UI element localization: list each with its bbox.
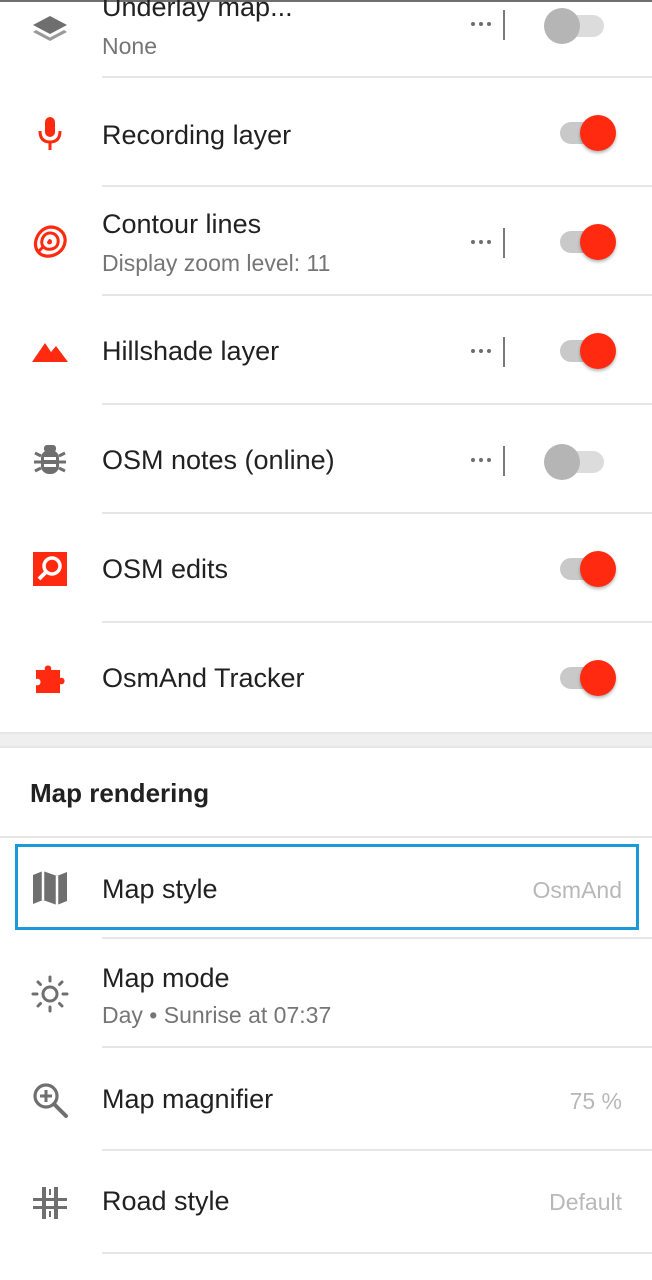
osm-edits-row[interactable]: OSM edits: [0, 514, 652, 623]
magnifier-plus-icon: [28, 1078, 72, 1122]
mountains-icon: [28, 329, 72, 373]
row-title: Road style: [102, 1186, 230, 1216]
recording-layer-toggle[interactable]: [556, 110, 618, 154]
row-title: Hillshade layer: [102, 336, 280, 366]
layers-icon: [28, 6, 72, 50]
vertical-separator: [503, 337, 505, 367]
row-value: Default: [549, 1189, 622, 1215]
osmand-tracker-toggle[interactable]: [556, 655, 618, 699]
row-value: 75 %: [569, 1088, 622, 1114]
more-options-button[interactable]: [466, 445, 496, 475]
row-title: Recording layer: [102, 120, 292, 150]
bug-icon: [28, 438, 72, 482]
row-title: OSM edits: [102, 554, 229, 584]
row-subtitle: None: [102, 33, 157, 59]
vertical-separator: [503, 228, 505, 258]
row-title: Underlay map...: [102, 0, 293, 22]
row-title: Map mode: [102, 963, 230, 993]
row-title: OSM notes (online): [102, 445, 335, 475]
underlay-map-toggle[interactable]: [544, 3, 618, 47]
vertical-separator: [503, 10, 505, 40]
hillshade-layer-row[interactable]: Hillshade layer: [0, 296, 652, 405]
section-title: Map rendering: [30, 778, 210, 808]
sun-icon: [28, 972, 72, 1016]
row-title: Contour lines: [102, 209, 262, 239]
row-subtitle: Day • Sunrise at 07:37: [102, 1002, 332, 1028]
puzzle-icon: [28, 656, 72, 700]
vertical-separator: [503, 446, 505, 476]
osmand-tracker-row[interactable]: OsmAnd Tracker: [0, 623, 652, 732]
map-magnifier-row[interactable]: Map magnifier 75 %: [0, 1048, 652, 1151]
road-style-row[interactable]: Road style Default: [0, 1151, 652, 1254]
more-options-button[interactable]: [466, 227, 496, 257]
hillshade-layer-toggle[interactable]: [556, 328, 618, 372]
underlay-map-row[interactable]: Underlay map... None: [0, 0, 652, 78]
section-separator: [0, 732, 652, 748]
more-options-button[interactable]: [466, 9, 496, 39]
row-title: Map magnifier: [102, 1084, 274, 1114]
contour-lines-row[interactable]: Contour lines Display zoom level: 11: [0, 187, 652, 296]
map-mode-row[interactable]: Map mode Day • Sunrise at 07:37: [0, 939, 652, 1048]
osm-edits-toggle[interactable]: [556, 546, 618, 590]
more-options-button[interactable]: [466, 336, 496, 366]
selection-highlight: [15, 844, 639, 930]
microphone-icon: [28, 111, 72, 155]
row-title: OsmAnd Tracker: [102, 663, 305, 693]
contour-lines-toggle[interactable]: [556, 219, 618, 263]
row-divider: [102, 1252, 652, 1254]
osm-edit-icon: [28, 547, 72, 591]
row-subtitle: Display zoom level: 11: [102, 250, 331, 276]
recording-layer-row[interactable]: Recording layer: [0, 78, 652, 187]
osm-notes-row[interactable]: OSM notes (online): [0, 405, 652, 514]
road-icon: [28, 1181, 72, 1225]
contour-lines-icon: [28, 220, 72, 264]
osm-notes-toggle[interactable]: [544, 439, 618, 483]
